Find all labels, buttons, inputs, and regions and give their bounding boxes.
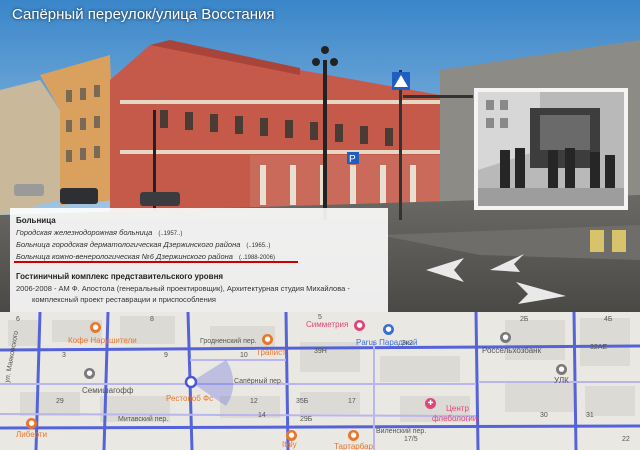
house-number: 6 bbox=[16, 316, 20, 323]
shopping-icon[interactable]: ● bbox=[383, 324, 394, 335]
project-description-line: 2006-2008 - АМ Ф. Апостола (генеральный … bbox=[16, 284, 350, 293]
house-number: 2Б bbox=[520, 316, 529, 323]
cafe-icon[interactable]: ● bbox=[26, 418, 37, 429]
house-number: 14 bbox=[258, 412, 266, 419]
house-number: 8 bbox=[150, 316, 154, 323]
house-number: 35Б bbox=[296, 398, 309, 405]
navigate-right-arrow-icon[interactable] bbox=[512, 278, 568, 306]
poi-label[interactable]: Italy bbox=[282, 440, 297, 449]
medical-icon[interactable]: ✚ bbox=[425, 398, 436, 409]
house-number: 3 bbox=[62, 352, 66, 359]
navigate-left-arrow-icon[interactable] bbox=[424, 256, 478, 284]
highlight-underline bbox=[14, 261, 298, 263]
house-number: 32АЕ bbox=[590, 344, 608, 351]
street-label: Сапёрный пер. bbox=[234, 378, 283, 385]
poi-label[interactable]: Рестопоб Фс bbox=[166, 394, 213, 403]
house-number: 30 bbox=[540, 412, 548, 419]
section-heading-hospital: Больница bbox=[16, 216, 56, 225]
house-number: 31 bbox=[586, 412, 594, 419]
bank-icon[interactable]: ● bbox=[500, 332, 511, 343]
house-number: 3к2 bbox=[402, 340, 413, 347]
house-number: 5 bbox=[318, 314, 322, 321]
history-item: Больница городская дерматологическая Дзе… bbox=[16, 240, 271, 249]
project-description-line: комплексный проект реставрации и приспос… bbox=[32, 295, 216, 304]
house-number: 9 bbox=[164, 352, 168, 359]
poi-label[interactable]: Либерти bbox=[16, 430, 47, 439]
house-number: 12 bbox=[250, 398, 258, 405]
panorama-title: Сапёрный переулок/улица Восстания bbox=[12, 6, 275, 23]
shop-icon[interactable]: ● bbox=[354, 320, 365, 331]
shop-icon[interactable]: ● bbox=[84, 368, 95, 379]
cafe-icon[interactable]: ● bbox=[90, 322, 101, 333]
house-number: 39Н bbox=[314, 348, 327, 355]
poi-label[interactable]: Тартарбар bbox=[334, 442, 373, 450]
poi-label[interactable]: Россельхозбанк bbox=[482, 346, 541, 355]
house-number: 17 bbox=[348, 398, 356, 405]
poi-label[interactable]: УЛК bbox=[554, 376, 569, 385]
house-number: 17/5 bbox=[404, 436, 418, 443]
poi-label[interactable]: Кофе Нарушители bbox=[68, 336, 137, 345]
city-map[interactable]: ● Кофе Нарушители ● Семишагофф Рестопоб … bbox=[0, 312, 640, 450]
building-icon[interactable]: ● bbox=[556, 364, 567, 375]
bar-icon[interactable]: ● bbox=[262, 334, 273, 345]
house-number: 4Б bbox=[604, 316, 613, 323]
section-heading-hotel: Гостиничный комплекс представительского … bbox=[16, 272, 224, 281]
poi-label[interactable]: Семишагофф bbox=[82, 386, 133, 395]
navigate-forward-arrow-icon[interactable] bbox=[488, 252, 528, 274]
poi-label[interactable]: флебологии bbox=[432, 414, 477, 423]
house-number: 29Б bbox=[300, 416, 313, 423]
bar-icon[interactable]: ● bbox=[348, 430, 359, 441]
house-number: 10 bbox=[240, 352, 248, 359]
house-number: 22 bbox=[622, 436, 630, 443]
poi-label[interactable]: Центр bbox=[446, 404, 469, 413]
street-label: Гродненский пер. bbox=[200, 338, 257, 345]
house-number: 29 bbox=[56, 398, 64, 405]
history-item-highlighted: Больница кожно-венерологическая №6 Дзерж… bbox=[16, 252, 275, 261]
street-label: Митавский пер. bbox=[118, 416, 169, 423]
street-label: Виленский пер. bbox=[376, 428, 427, 435]
poi-label[interactable]: Симметрия bbox=[306, 320, 348, 329]
history-item: Городская железнодорожная больница (..195… bbox=[16, 228, 183, 237]
building-history-panel: Больница Городская железнодорожная больн… bbox=[10, 208, 388, 312]
svg-text:P: P bbox=[349, 154, 356, 165]
poi-label[interactable]: Трапист bbox=[256, 348, 286, 357]
